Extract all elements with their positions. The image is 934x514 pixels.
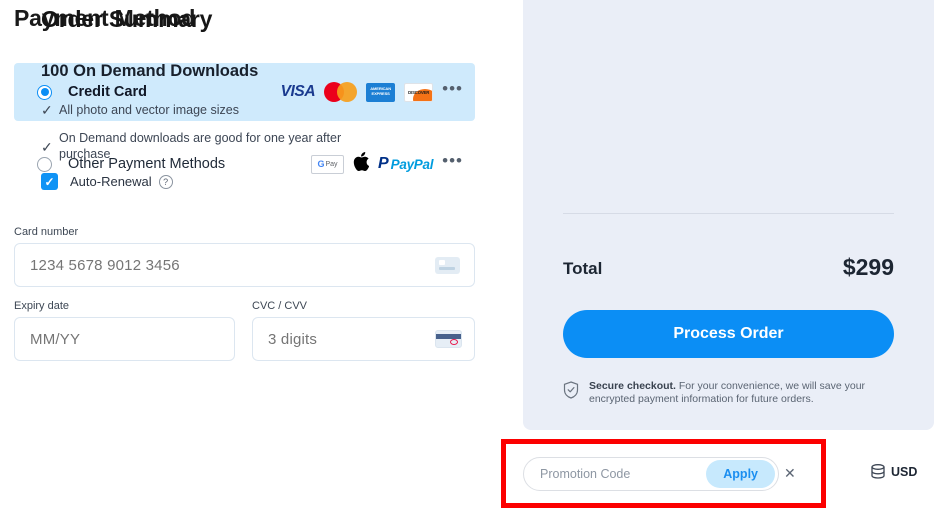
checkmark-icon: ✓ xyxy=(44,174,55,189)
secure-checkout-text: Secure checkout. For your convenience, w… xyxy=(589,380,895,406)
currency-selector[interactable]: USD xyxy=(871,464,917,479)
plan-name: 100 On Demand Downloads xyxy=(41,62,259,80)
feature-item: ✓ On Demand downloads are good for one y… xyxy=(41,130,386,162)
promotion-code-input[interactable] xyxy=(524,466,707,482)
more-card-brands-icon[interactable]: ••• xyxy=(442,80,463,99)
card-number-input[interactable] xyxy=(15,255,435,275)
card-brand-logos: VISA AMERICAN EXPRESS DISCOVER ••• xyxy=(280,80,475,102)
cvc-label: CVC / CVV xyxy=(252,300,308,312)
cvc-field[interactable] xyxy=(252,317,475,361)
expiry-date-label: Expiry date xyxy=(14,300,70,312)
cvv-card-icon xyxy=(435,330,462,348)
more-wallet-brands-icon[interactable]: ••• xyxy=(442,152,463,171)
feature-text: On Demand downloads are good for one yea… xyxy=(59,131,342,161)
amex-icon: AMERICAN EXPRESS xyxy=(366,82,396,102)
database-icon xyxy=(871,464,885,479)
close-promotion-icon[interactable]: ✕ xyxy=(784,466,796,480)
secure-checkout-bold: Secure checkout. xyxy=(589,380,676,392)
mastercard-icon xyxy=(324,82,358,102)
feature-item: ✓ All photo and vector image sizes xyxy=(41,102,386,118)
payment-option-label: Credit Card xyxy=(68,84,147,100)
expiry-date-field[interactable] xyxy=(14,317,235,361)
order-summary-panel xyxy=(523,0,934,430)
paypal-icon: P PayPal xyxy=(378,156,433,172)
visa-icon: VISA xyxy=(280,83,316,100)
summary-divider xyxy=(563,213,894,214)
order-summary-title: Order Summary xyxy=(41,6,213,32)
currency-label: USD xyxy=(891,464,918,479)
apply-promotion-button[interactable]: Apply xyxy=(706,460,775,488)
promotion-code-field[interactable]: Apply xyxy=(523,457,779,491)
total-value: $299 xyxy=(842,254,894,280)
checkout-page: Payment Method Credit Card VISA AMERICAN… xyxy=(0,0,934,514)
check-icon: ✓ xyxy=(41,139,53,155)
discover-label: DISCOVER xyxy=(408,89,430,95)
amex-line-2: EXPRESS xyxy=(371,91,390,96)
help-icon[interactable]: ? xyxy=(158,174,173,189)
radio-credit-card[interactable] xyxy=(37,84,52,100)
check-icon: ✓ xyxy=(41,102,53,118)
card-number-field[interactable] xyxy=(14,243,475,287)
cvc-input[interactable] xyxy=(253,329,435,349)
paypal-wordmark: PayPal xyxy=(390,156,434,172)
auto-renewal-row[interactable]: ✓ Auto-Renewal ? xyxy=(41,173,173,190)
discover-icon: DISCOVER xyxy=(404,82,434,102)
secure-checkout-note: Secure checkout. For your convenience, w… xyxy=(563,380,895,406)
credit-card-icon xyxy=(435,256,460,274)
card-number-label: Card number xyxy=(14,226,79,238)
auto-renewal-label: Auto-Renewal xyxy=(70,174,152,189)
total-label: Total xyxy=(563,259,603,278)
feature-text: All photo and vector image sizes xyxy=(59,103,239,117)
process-order-button[interactable]: Process Order xyxy=(563,310,894,358)
expiry-date-input[interactable] xyxy=(15,329,234,349)
auto-renewal-checkbox[interactable]: ✓ xyxy=(41,173,58,190)
shield-icon xyxy=(563,381,579,399)
